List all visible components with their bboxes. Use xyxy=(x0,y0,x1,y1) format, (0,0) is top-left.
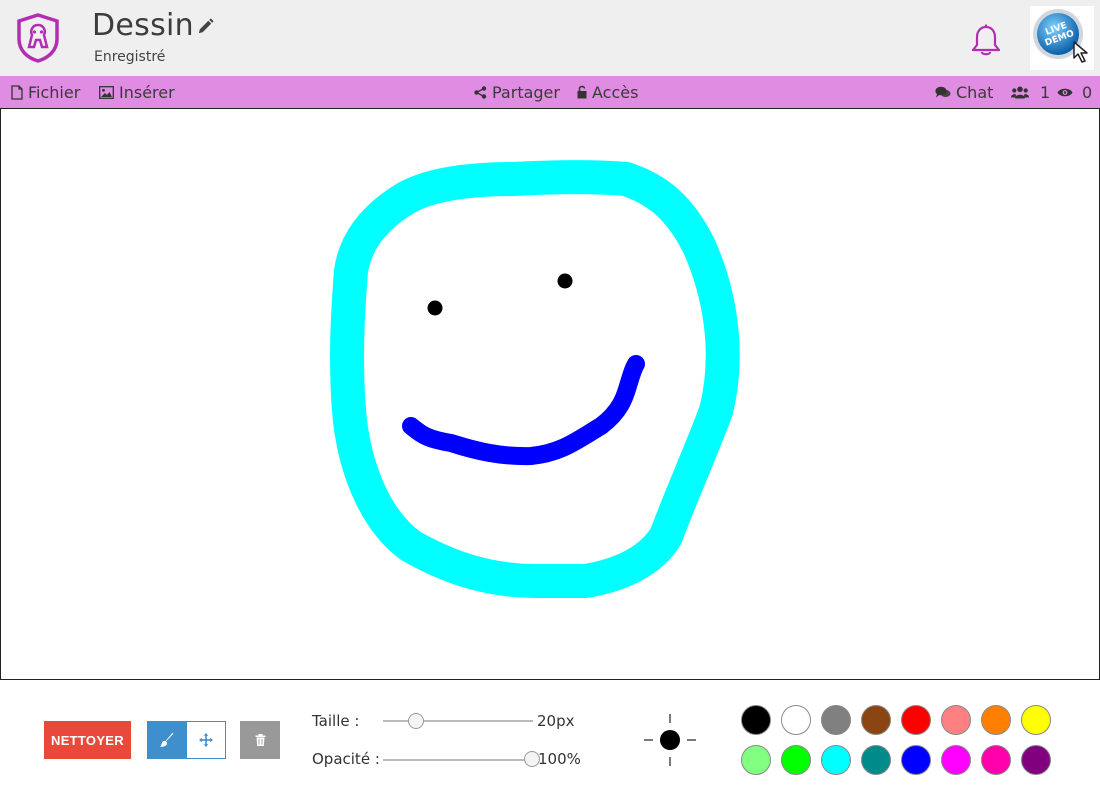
chat-button[interactable]: Chat xyxy=(935,76,993,108)
share-icon xyxy=(474,85,487,99)
trash-icon xyxy=(255,734,265,746)
color-swatch[interactable] xyxy=(1021,745,1051,775)
color-swatch[interactable] xyxy=(901,705,931,735)
clear-button[interactable]: NETTOYER xyxy=(44,721,131,759)
opacity-slider-track[interactable] xyxy=(383,759,533,761)
right-eye-dot xyxy=(557,273,573,289)
color-swatch[interactable] xyxy=(1021,705,1051,735)
drawing-strokes xyxy=(330,160,740,598)
size-label: Taille : xyxy=(312,712,360,730)
access-label: Accès xyxy=(592,82,639,102)
users-counter[interactable]: 1 xyxy=(1011,76,1050,108)
color-swatch[interactable] xyxy=(861,745,891,775)
chat-icon xyxy=(935,86,951,97)
insert-menu-label: Insérer xyxy=(119,82,175,102)
move-tool-button[interactable] xyxy=(186,721,226,759)
eye-icon xyxy=(1057,88,1073,96)
color-swatch[interactable] xyxy=(741,705,771,735)
left-eye-dot xyxy=(427,300,443,316)
document-title[interactable]: Dessin xyxy=(92,8,194,43)
delete-button[interactable] xyxy=(240,721,280,759)
drawing-canvas[interactable] xyxy=(0,108,1100,680)
unlock-icon xyxy=(577,85,587,99)
color-swatch[interactable] xyxy=(781,745,811,775)
live-demo-icon: LIVE DEMO xyxy=(1033,9,1088,63)
file-menu[interactable]: Fichier xyxy=(11,76,80,108)
color-swatch[interactable] xyxy=(861,705,891,735)
toolbar: Fichier Insérer Partager Accès Chat 1 0 xyxy=(0,76,1100,108)
size-slider-thumb[interactable] xyxy=(408,713,424,729)
color-swatch[interactable] xyxy=(781,705,811,735)
access-button[interactable]: Accès xyxy=(577,76,638,108)
shield-logo-icon xyxy=(17,13,59,63)
face-outline-stroke xyxy=(330,160,740,598)
chat-label: Chat xyxy=(956,82,994,102)
users-icon xyxy=(1011,86,1029,98)
color-swatch[interactable] xyxy=(901,745,931,775)
color-swatch[interactable] xyxy=(941,705,971,735)
smile-stroke xyxy=(402,355,645,466)
live-demo-badge[interactable]: LIVE DEMO xyxy=(1030,6,1094,70)
insert-menu[interactable]: Insérer xyxy=(99,76,175,108)
color-swatch[interactable] xyxy=(981,745,1011,775)
viewers-count: 0 xyxy=(1082,82,1093,102)
size-slider-track[interactable] xyxy=(383,720,533,722)
color-swatch[interactable] xyxy=(821,705,851,735)
opacity-label: Opacité : xyxy=(312,750,380,768)
color-swatch[interactable] xyxy=(981,705,1011,735)
file-icon xyxy=(11,84,23,100)
color-swatch[interactable] xyxy=(741,745,771,775)
header: Dessin Enregistré LIVE DEMO xyxy=(0,0,1100,76)
brush-preview xyxy=(644,714,696,766)
bell-icon[interactable] xyxy=(969,24,1003,58)
opacity-value: 100% xyxy=(538,750,581,768)
brush-icon xyxy=(159,732,173,747)
save-status: Enregistré xyxy=(94,49,166,65)
brush-tool-button[interactable] xyxy=(147,721,186,759)
image-icon xyxy=(99,85,114,99)
viewers-counter[interactable]: 0 xyxy=(1057,76,1092,108)
size-value: 20px xyxy=(537,712,575,730)
color-swatch[interactable] xyxy=(821,745,851,775)
move-arrows-icon xyxy=(199,733,213,747)
pencil-icon[interactable] xyxy=(196,17,215,36)
share-label: Partager xyxy=(492,82,560,102)
share-button[interactable]: Partager xyxy=(474,76,560,108)
users-count: 1 xyxy=(1040,82,1051,102)
file-menu-label: Fichier xyxy=(28,82,81,102)
color-swatch[interactable] xyxy=(941,745,971,775)
